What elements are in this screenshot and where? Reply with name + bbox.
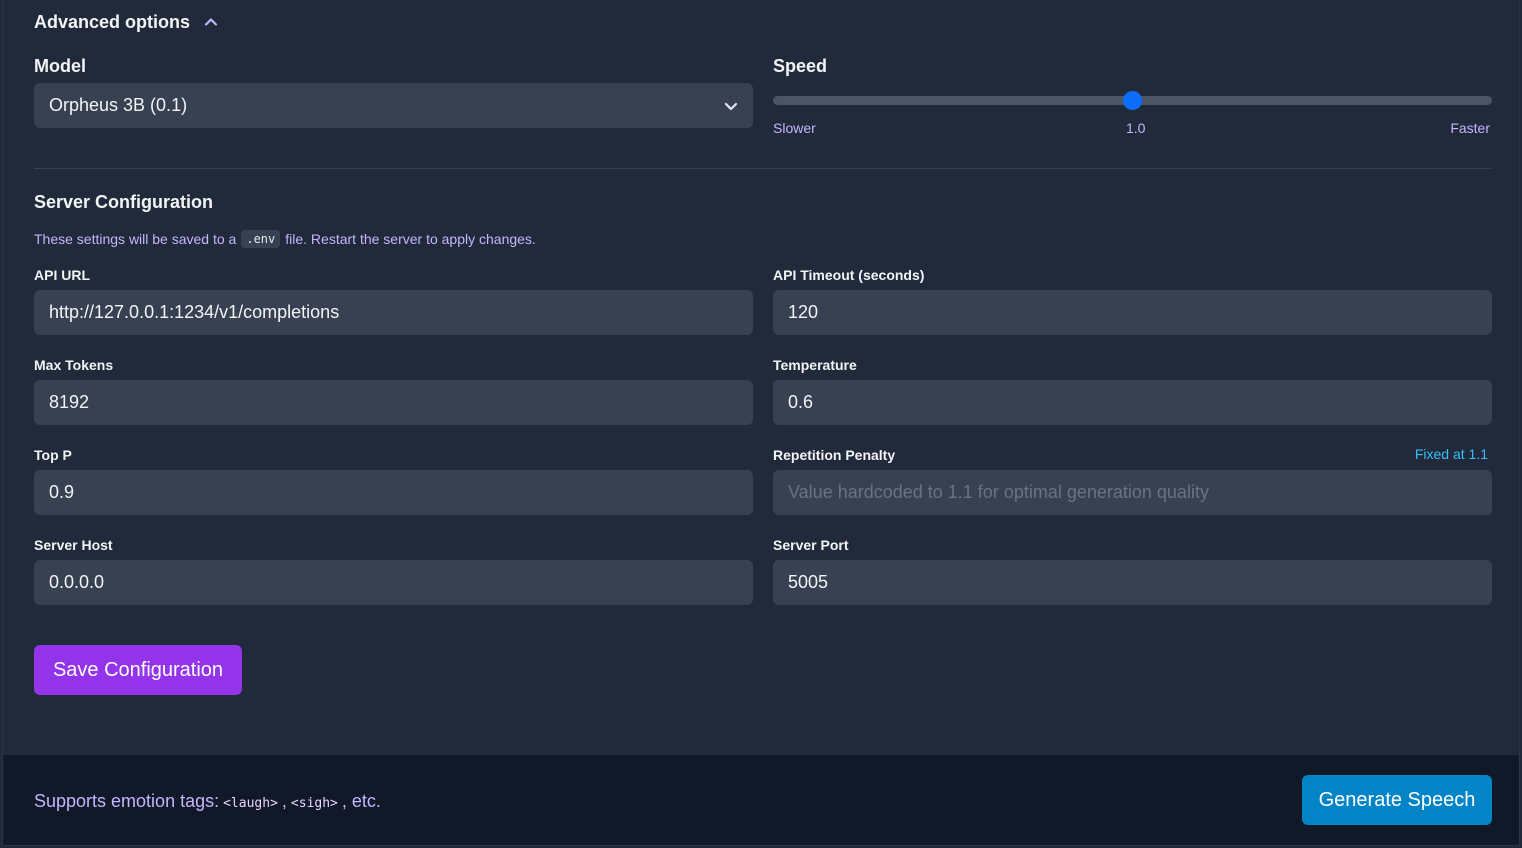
model-select[interactable]: Orpheus 3B (0.1) bbox=[34, 83, 753, 128]
api-timeout-label: API Timeout (seconds) bbox=[773, 267, 925, 283]
emotion-tag-sigh: <sigh> bbox=[290, 796, 338, 811]
speed-value-label: 1.0 bbox=[1126, 120, 1146, 136]
speed-slider-thumb[interactable] bbox=[1123, 91, 1142, 110]
server-port-label: Server Port bbox=[773, 537, 849, 553]
chevron-down-icon bbox=[724, 102, 738, 111]
desc-text-before: These settings will be saved to a bbox=[34, 231, 237, 247]
top-p-label: Top P bbox=[34, 447, 72, 463]
model-selected-value: Orpheus 3B (0.1) bbox=[49, 95, 188, 115]
chevron-up-icon bbox=[204, 18, 218, 26]
temperature-input[interactable] bbox=[773, 380, 1492, 425]
emotion-tags-separator: , bbox=[281, 791, 287, 811]
env-file-code: .env bbox=[241, 230, 281, 248]
repetition-penalty-fixed-note: Fixed at 1.1 bbox=[1414, 446, 1488, 462]
repetition-penalty-input bbox=[773, 470, 1492, 515]
api-url-input[interactable] bbox=[34, 290, 753, 335]
emotion-tags-suffix: , etc. bbox=[341, 791, 381, 811]
emotion-tag-laugh: <laugh> bbox=[223, 796, 278, 811]
model-label: Model bbox=[34, 56, 86, 76]
server-port-input[interactable] bbox=[773, 560, 1492, 605]
emotion-tags-hint: Supports emotion tags: <laugh>, <sigh>, … bbox=[34, 791, 381, 812]
emotion-tags-prefix: Supports emotion tags: bbox=[34, 791, 220, 811]
advanced-options-title: Advanced options bbox=[34, 11, 191, 32]
server-host-input[interactable] bbox=[34, 560, 753, 605]
repetition-penalty-label: Repetition Penalty bbox=[773, 447, 896, 463]
temperature-label: Temperature bbox=[773, 357, 857, 373]
generate-speech-button[interactable]: Generate Speech bbox=[1302, 775, 1492, 825]
speed-label: Speed bbox=[773, 56, 828, 76]
advanced-options-panel: Advanced options Model Orpheus 3B (0.1) … bbox=[2, 0, 1520, 846]
desc-text-after: file. Restart the server to apply change… bbox=[285, 231, 536, 247]
server-config-description: These settings will be saved to a .env f… bbox=[34, 230, 536, 248]
top-p-input[interactable] bbox=[34, 470, 753, 515]
api-timeout-input[interactable] bbox=[773, 290, 1492, 335]
api-url-label: API URL bbox=[34, 267, 90, 283]
advanced-options-toggle[interactable]: Advanced options bbox=[34, 10, 218, 34]
speed-min-label: Slower bbox=[773, 120, 816, 136]
max-tokens-label: Max Tokens bbox=[34, 357, 114, 373]
server-host-label: Server Host bbox=[34, 537, 113, 553]
section-divider bbox=[34, 168, 1492, 169]
save-configuration-button[interactable]: Save Configuration bbox=[34, 645, 242, 695]
max-tokens-input[interactable] bbox=[34, 380, 753, 425]
footer-bar: Supports emotion tags: <laugh>, <sigh>, … bbox=[3, 755, 1519, 845]
speed-max-label: Faster bbox=[1450, 120, 1490, 136]
server-config-title: Server Configuration bbox=[34, 192, 214, 212]
